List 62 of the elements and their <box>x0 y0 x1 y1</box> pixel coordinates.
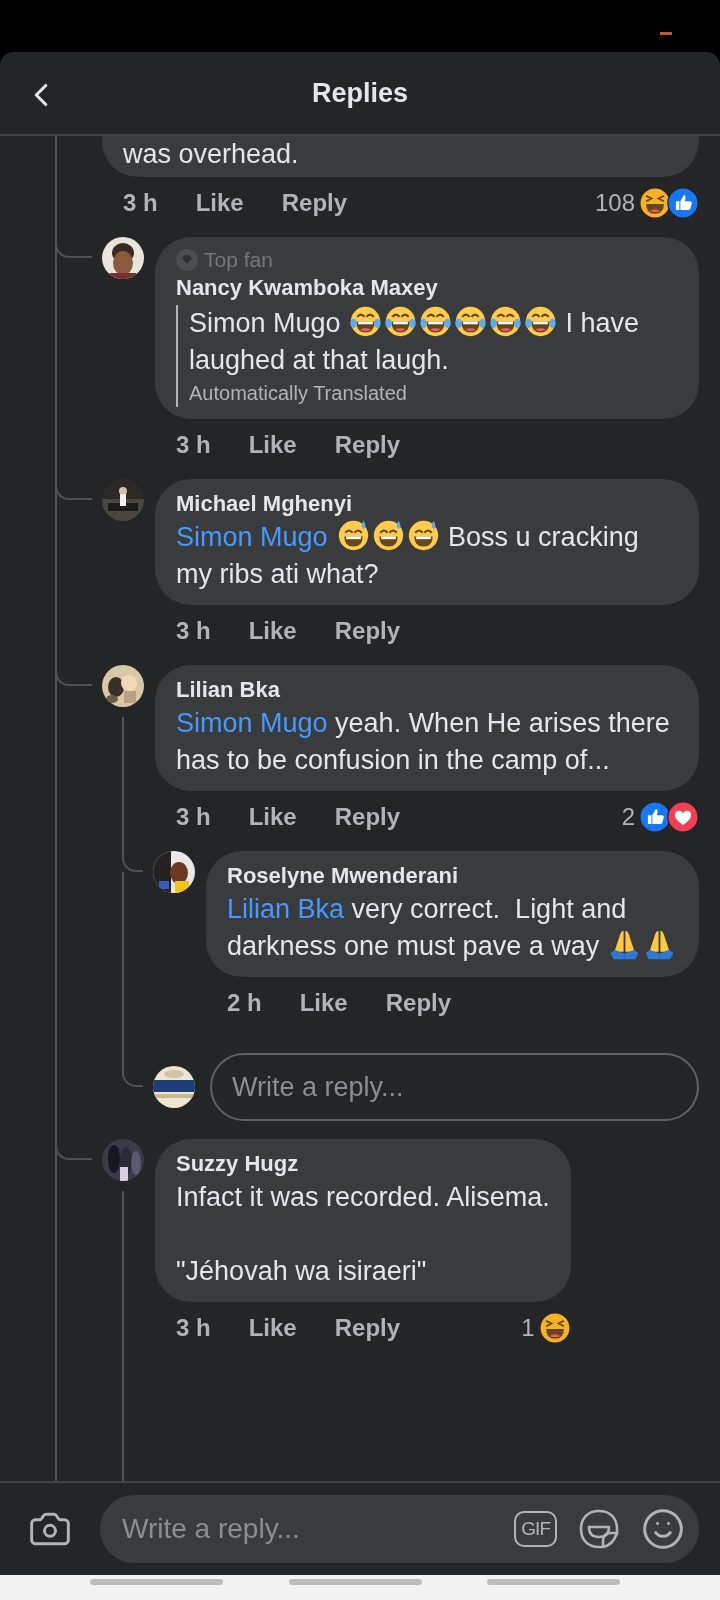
author-name[interactable]: Suzzy Hugz <box>176 1149 550 1179</box>
comment-text: Simon Mugo I have laughed at that laugh. <box>189 305 678 379</box>
comment-text: Simon Mugo yeah. When He arises there has to be confusion in the camp of... <box>176 707 671 777</box>
top-fan-label: Top fan <box>204 248 273 272</box>
comment-text: Lilian Bka very correct. Light and darkness one must pave a way <box>227 891 678 965</box>
tears-of-joy-icon <box>454 305 488 338</box>
like-link[interactable]: Like <box>248 1314 297 1342</box>
author-name[interactable]: Roselyne Mwenderani <box>227 861 678 891</box>
page-title: Replies <box>311 77 408 109</box>
translation-note: Automatically Translated <box>189 381 408 406</box>
sticker-icon <box>577 1507 621 1551</box>
reaction-count: 1 <box>521 1314 535 1342</box>
like-reaction-icon <box>667 187 699 219</box>
reply-link[interactable]: Reply <box>334 1314 401 1342</box>
thread-connector <box>122 1019 143 1087</box>
sticker-button[interactable] <box>577 1507 621 1551</box>
comment-time: 2 h <box>227 989 262 1017</box>
reply-link[interactable]: Reply <box>385 989 452 1017</box>
reply-link[interactable]: Reply <box>334 803 401 831</box>
reaction-count: 2 <box>621 803 635 831</box>
comment-time: 3 h <box>123 189 158 217</box>
emoji-button[interactable] <box>641 1507 685 1551</box>
tears-of-joy-icon <box>384 305 418 338</box>
like-link[interactable]: Like <box>248 803 297 831</box>
reply-link[interactable]: Reply <box>334 431 401 459</box>
thread-connector <box>122 833 143 872</box>
author-name[interactable]: Michael Mghenyi <box>176 489 678 519</box>
comment-time: 3 h <box>176 1314 211 1342</box>
composer-field[interactable]: Write a reply... GIF <box>100 1495 699 1563</box>
laughing-reaction-icon <box>639 187 671 219</box>
like-link[interactable]: Like <box>248 431 297 459</box>
mention-link[interactable]: Simon Mugo <box>176 522 328 552</box>
comment-text: Simon Mugo Boss u cracking my ribs ati what? <box>176 519 678 593</box>
author-name[interactable]: Lilian Bka <box>176 675 678 705</box>
gif-button[interactable]: GIF <box>514 1511 557 1547</box>
laughing-reaction-icon <box>538 1312 571 1344</box>
tears-of-joy-icon <box>489 305 523 338</box>
tears-of-joy-icon <box>349 305 383 338</box>
comment-time: 3 h <box>176 803 211 831</box>
sweat-smile-icon <box>336 519 370 552</box>
status-indicator-icon <box>660 32 672 35</box>
sweat-smile-icon <box>406 519 440 552</box>
reaction-count: 108 <box>594 189 635 217</box>
mention-link[interactable]: Lilian Bka <box>227 894 345 924</box>
sweat-smile-icon <box>371 519 405 552</box>
comment-text: Infact it was recorded. Alisema. "Jéhovah wa isiraeri" <box>176 1181 550 1288</box>
tears-of-joy-icon <box>524 305 558 338</box>
comment-text: was overhead. <box>123 138 300 171</box>
mention-link[interactable]: Simon Mugo <box>176 708 328 738</box>
comment-time: 3 h <box>176 617 211 645</box>
reply-link[interactable]: Reply <box>281 189 348 217</box>
love-reaction-icon <box>667 801 699 833</box>
like-reaction-icon <box>639 801 671 833</box>
author-name[interactable]: Nancy Kwamboka Maxey <box>176 273 678 303</box>
reply-link[interactable]: Reply <box>334 617 401 645</box>
like-link[interactable]: Like <box>248 617 297 645</box>
like-link[interactable]: Like <box>195 189 244 217</box>
tears-of-joy-icon <box>419 305 453 338</box>
comment-time: 3 h <box>176 431 211 459</box>
like-link[interactable]: Like <box>299 989 348 1017</box>
reply-input-field[interactable]: Write a reply... <box>210 1053 699 1121</box>
smiley-icon <box>641 1507 685 1551</box>
